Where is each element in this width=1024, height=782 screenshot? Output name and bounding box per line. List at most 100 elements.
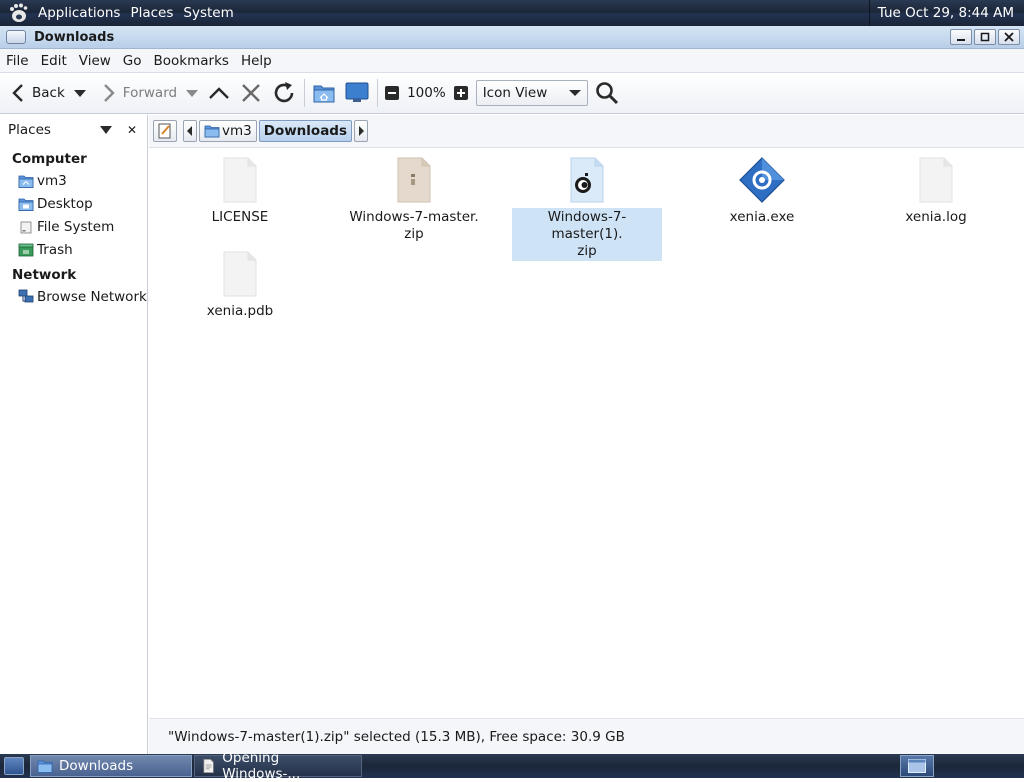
- file-item-license[interactable]: LICENSE: [165, 156, 315, 227]
- stop-button[interactable]: [235, 77, 267, 109]
- zoom-in-button[interactable]: [450, 77, 472, 109]
- maximize-button[interactable]: [974, 29, 996, 45]
- clock[interactable]: Tue Oct 29, 8:44 AM: [868, 0, 1024, 26]
- crumb-downloads[interactable]: Downloads: [258, 120, 353, 142]
- task-downloads[interactable]: Downloads: [30, 755, 192, 777]
- back-history-dropdown[interactable]: [69, 77, 91, 109]
- crumb-vm3[interactable]: vm3: [199, 120, 257, 142]
- search-button[interactable]: [590, 77, 624, 109]
- sidebar-close-icon[interactable]: ✕: [127, 123, 137, 137]
- executable-icon: [739, 157, 785, 203]
- file-name: Windows-7-master. zip: [349, 209, 479, 242]
- file-view[interactable]: LICENSE Windows-7-master. zip Windows-7-…: [149, 148, 1024, 718]
- sidebar-item-vm3[interactable]: vm3: [0, 169, 147, 192]
- crumb-scroll-left[interactable]: [183, 120, 197, 142]
- reload-button[interactable]: [267, 77, 301, 109]
- stop-icon: [242, 84, 260, 102]
- zoom-level: 100%: [407, 85, 446, 101]
- crumb-label: Downloads: [263, 123, 348, 139]
- sidebar-header: Places ✕: [0, 115, 147, 145]
- forward-button[interactable]: Forward: [97, 77, 181, 109]
- sidebar-item-label: Browse Network: [37, 288, 147, 305]
- up-arrow-icon: [209, 87, 229, 99]
- home-folder-icon: [204, 125, 220, 138]
- gnome-foot-icon[interactable]: [7, 2, 29, 24]
- menu-bookmarks[interactable]: Bookmarks: [148, 53, 235, 69]
- crumb-scroll-right[interactable]: [354, 120, 369, 142]
- file-name: Windows-7-master(1). zip: [512, 208, 662, 261]
- folder-icon: [37, 760, 53, 773]
- workspace-switcher[interactable]: [900, 755, 934, 777]
- chevron-left-icon: [187, 126, 192, 136]
- menu-help[interactable]: Help: [235, 53, 278, 69]
- file-name: xenia.pdb: [206, 303, 274, 319]
- edit-pencil-icon: [158, 123, 171, 139]
- home-folder-icon: [18, 175, 34, 188]
- menu-file[interactable]: File: [0, 53, 35, 69]
- file-item-windows-7-master-1-zip[interactable]: Windows-7-master(1). zip: [512, 156, 662, 261]
- window-menu-button[interactable]: [6, 30, 26, 44]
- forward-arrow-icon: [103, 84, 115, 102]
- file-item-xenia-log[interactable]: xenia.log: [861, 156, 1011, 227]
- monitor-icon: [345, 82, 369, 102]
- task-label: Downloads: [59, 758, 134, 774]
- close-button[interactable]: [998, 29, 1020, 45]
- toolbar: Back Forward 100% Icon View: [0, 72, 1024, 114]
- task-opening-windows[interactable]: Opening Windows-...: [194, 750, 362, 782]
- system-menu[interactable]: System: [178, 0, 238, 26]
- sidebar-item-desktop[interactable]: Desktop: [0, 192, 147, 215]
- top-panel: Applications Places System Tue Oct 29, 8…: [0, 0, 1024, 26]
- sidebar-item-label: Trash: [37, 241, 73, 258]
- back-button[interactable]: Back: [6, 77, 69, 109]
- sidebar-item-label: File System: [37, 218, 115, 235]
- file-item-xenia-pdb[interactable]: xenia.pdb: [165, 250, 315, 321]
- minimize-button[interactable]: [950, 29, 972, 45]
- close-icon: [1004, 32, 1014, 42]
- zoom-out-icon: [385, 86, 400, 100]
- network-icon: [18, 289, 34, 302]
- chevron-down-icon: [568, 90, 581, 96]
- search-icon: [595, 82, 618, 105]
- places-sidebar: Places ✕ Computer vm3 Desktop File Syste…: [0, 115, 148, 755]
- applications-menu[interactable]: Applications: [33, 0, 125, 26]
- sidebar-item-browse-network[interactable]: Browse Network: [0, 285, 147, 308]
- media-file-icon: [570, 157, 604, 203]
- home-folder-icon: [313, 85, 335, 103]
- sidebar-item-file-system[interactable]: File System: [0, 215, 147, 238]
- view-mode-select[interactable]: Icon View: [475, 80, 588, 106]
- toggle-location-entry-button[interactable]: [153, 120, 177, 142]
- places-menu[interactable]: Places: [125, 0, 178, 26]
- reload-icon: [274, 82, 294, 103]
- menu-view[interactable]: View: [73, 53, 117, 69]
- status-text: "Windows-7-master(1).zip" selected (15.3…: [168, 729, 625, 745]
- chevron-right-icon: [359, 126, 365, 136]
- text-file-icon: [223, 157, 257, 203]
- menu-go[interactable]: Go: [117, 53, 148, 69]
- sidebar-title[interactable]: Places: [8, 122, 99, 138]
- window-thumbnail-icon: [908, 759, 926, 773]
- minimize-icon: [957, 39, 965, 41]
- show-desktop-button[interactable]: [4, 757, 24, 775]
- file-item-xenia-exe[interactable]: xenia.exe: [687, 156, 837, 227]
- crumb-label: vm3: [222, 123, 252, 139]
- computer-button[interactable]: [340, 77, 374, 109]
- sidebar-item-trash[interactable]: Trash: [0, 238, 147, 261]
- zoom-in-icon: [453, 86, 468, 100]
- drive-icon: [20, 221, 32, 233]
- window-titlebar[interactable]: Downloads: [0, 26, 1024, 49]
- document-icon: [203, 758, 214, 774]
- window-title: Downloads: [34, 29, 115, 45]
- zoom-out-button[interactable]: [381, 77, 403, 109]
- up-button[interactable]: [203, 77, 235, 109]
- location-bar: vm3 Downloads: [149, 115, 1024, 148]
- menu-edit[interactable]: Edit: [35, 53, 73, 69]
- forward-history-dropdown[interactable]: [181, 77, 203, 109]
- chevron-down-icon[interactable]: [99, 125, 113, 135]
- maximize-icon: [980, 32, 990, 42]
- chevron-down-icon: [73, 90, 86, 97]
- file-item-windows-7-master-zip[interactable]: Windows-7-master. zip: [339, 156, 489, 244]
- file-name: LICENSE: [211, 209, 269, 225]
- sidebar-item-label: Desktop: [37, 195, 93, 212]
- home-button[interactable]: [308, 77, 340, 109]
- bottom-panel: Downloads Opening Windows-...: [0, 750, 1024, 782]
